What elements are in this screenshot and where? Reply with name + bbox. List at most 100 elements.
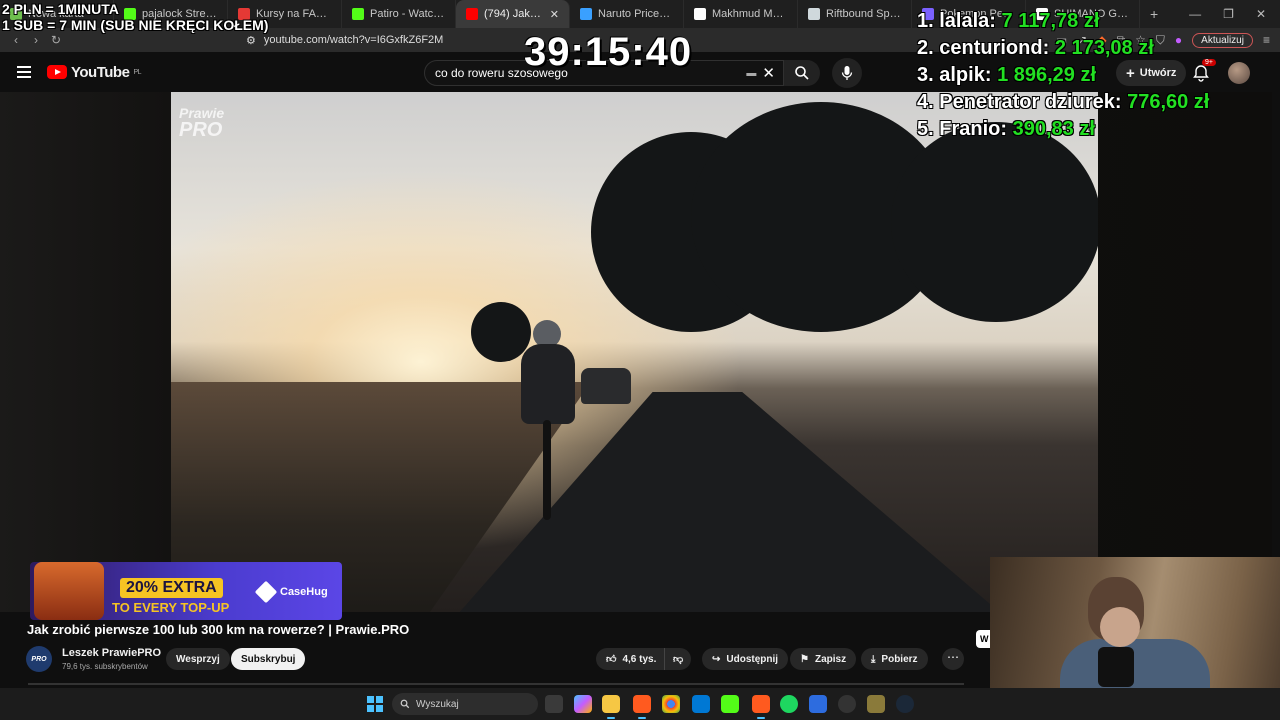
kick-icon[interactable] — [721, 695, 739, 713]
channel-avatar[interactable]: PRO — [26, 646, 52, 672]
dislike-button[interactable]: 👎︎ — [664, 648, 692, 670]
chrome-icon[interactable] — [662, 695, 680, 713]
tab-favicon-icon — [352, 8, 364, 20]
donation-leaderboard: 1. lalala: 7 117,78 zł 2. centuriond: 2 1… — [917, 8, 1209, 143]
app-icon[interactable] — [867, 695, 885, 713]
watermark-line1: Prawie — [179, 105, 225, 121]
leaderboard-name: Penetrator dziurek: — [939, 91, 1122, 113]
steam-icon[interactable] — [896, 695, 914, 713]
share-button[interactable]: ↪ Udostępnij — [702, 648, 789, 670]
leaderboard-rank: 3. — [917, 64, 934, 86]
url-text: youtube.com/watch?v=I6GxfkZ6F2M — [263, 34, 444, 46]
download-button[interactable]: ⤓ Pobierz — [861, 648, 928, 670]
leaderboard-row: 4. Penetrator dziurek: 776,60 zł — [917, 89, 1209, 116]
video-watermark: Prawie PRO — [179, 106, 224, 140]
browser-tab[interactable]: Riftbound Spiritforged — [798, 0, 912, 28]
share-label: Udostępnij — [726, 653, 779, 665]
microphone-icon — [841, 66, 853, 80]
forward-icon[interactable]: › — [26, 33, 46, 47]
restore-icon[interactable]: ❐ — [1223, 7, 1234, 21]
leaderboard-amount: 1 896,29 zł — [997, 64, 1097, 86]
browser-tab[interactable]: Naruto Prices | Naruto — [570, 0, 684, 28]
leaderboard-amount: 390,83 zł — [1012, 118, 1095, 140]
region-code: PL — [133, 68, 141, 76]
download-icon: ⤓ — [871, 653, 876, 665]
browser-tab[interactable]: (794) Jak zrobić ✕ — [456, 0, 570, 28]
leaderboard-name: lalala: — [939, 10, 996, 32]
close-window-icon[interactable]: ✕ — [1256, 7, 1266, 21]
taskbar-search[interactable]: Wyszukaj — [392, 693, 538, 715]
reload-icon[interactable]: ↻ — [46, 33, 66, 47]
spotify-icon[interactable] — [780, 695, 798, 713]
car-shape — [581, 368, 631, 404]
video-player-area: Prawie PRO — [0, 92, 1272, 612]
brave-browser-icon[interactable] — [633, 695, 651, 719]
thumbs-up-icon: 👍︎ — [606, 654, 617, 665]
tab-title: Naruto Prices | Naruto — [598, 8, 673, 20]
youtube-logo[interactable]: YouTube PL — [47, 64, 141, 81]
video-title: Jak zrobić pierwsze 100 lub 300 km na ro… — [27, 622, 410, 637]
rule-line-2: 1 SUB = 7 MIN (SUB NIE KRĘCI KOŁEM) — [2, 17, 269, 33]
like-button[interactable]: 👍︎ 4,6 tys. — [596, 648, 665, 670]
thumbs-down-icon: 👎︎ — [673, 654, 684, 665]
copilot-icon[interactable] — [574, 695, 592, 713]
share-arrow-icon: ↪ — [712, 653, 721, 665]
more-actions-button[interactable]: ⋯ — [942, 648, 964, 670]
file-explorer-icon[interactable] — [602, 695, 620, 719]
promo-brand: CaseHug — [254, 580, 328, 604]
promo-subline: TO EVERY TOP-UP — [112, 600, 230, 615]
search-button[interactable] — [784, 60, 820, 86]
promo-headline: 20% EXTRA — [120, 578, 223, 598]
tree-shape — [891, 122, 1098, 322]
avatar[interactable] — [1228, 62, 1250, 84]
browser-tab[interactable]: Patiro - Watch clips on — [342, 0, 456, 28]
task-view-icon[interactable] — [545, 695, 563, 713]
tab-title: Riftbound Spiritforged — [826, 8, 901, 20]
tab-favicon-icon — [466, 8, 478, 20]
search-icon — [795, 66, 809, 80]
page-divider — [28, 683, 964, 685]
leaderboard-row: 5. Franio: 390,83 zł — [917, 116, 1209, 143]
url-field[interactable]: ⚙ youtube.com/watch?v=I6GxfkZ6F2M — [246, 34, 443, 47]
video-player[interactable]: Prawie PRO — [171, 92, 1098, 612]
tab-title: Patiro - Watch clips on — [370, 8, 445, 20]
subathon-timer: 39:15:40 — [524, 30, 693, 74]
windows-start-icon[interactable] — [367, 696, 383, 712]
browser-tab[interactable]: Makhmud Muradov (F — [684, 0, 798, 28]
like-count: 4,6 tys. — [622, 653, 657, 665]
leaderboard-rank: 5. — [917, 118, 934, 140]
bookmark-save-icon: ⚑ — [800, 653, 809, 665]
leaderboard-row: 3. alpik: 1 896,29 zł — [917, 62, 1209, 89]
save-button[interactable]: ⚑ Zapisz — [790, 648, 857, 670]
hamburger-menu-icon[interactable] — [17, 66, 31, 78]
logo-text: YouTube — [71, 63, 130, 81]
leaderboard-amount: 7 117,78 zł — [1001, 10, 1100, 32]
clear-search-icon[interactable]: ✕ — [762, 64, 775, 82]
download-label: Pobierz — [881, 653, 918, 665]
tab-favicon-icon — [694, 8, 706, 20]
site-info-icon[interactable]: ⚙ — [246, 34, 256, 47]
leaderboard-rank: 1. — [917, 10, 934, 32]
channel-name[interactable]: Leszek PrawiePRO — [62, 647, 161, 659]
rule-line-1: 2 PLN = 1MINUTA — [2, 1, 119, 17]
voice-search-button[interactable] — [832, 58, 862, 88]
menu-icon[interactable]: ≡ — [1263, 33, 1270, 47]
subscribe-button[interactable]: Subskrybuj — [231, 648, 306, 670]
obs-icon[interactable] — [838, 695, 856, 713]
keyboard-icon[interactable]: ▬ — [746, 68, 756, 79]
donation-rules-overlay: 2 PLN = 1MINUTA 1 SUB = 7 MIN (SUB NIE K… — [2, 1, 268, 33]
back-icon[interactable]: ‹ — [6, 33, 26, 47]
notepad-icon[interactable] — [809, 695, 827, 713]
brave-browser-2-icon[interactable] — [752, 695, 770, 719]
taskbar-search-icon — [400, 699, 410, 709]
support-button[interactable]: Wesprzyj — [166, 648, 230, 670]
leaderboard-name: Franio: — [939, 118, 1008, 140]
leaderboard-amount: 776,60 zł — [1127, 91, 1210, 113]
casehug-logo-icon — [254, 580, 278, 604]
tab-favicon-icon — [580, 8, 592, 20]
treasure-chest-icon — [34, 562, 104, 620]
tab-title: (794) Jak zrobić — [484, 8, 544, 20]
youtube-play-icon — [47, 65, 67, 79]
store-icon[interactable] — [692, 695, 710, 713]
close-tab-icon[interactable]: ✕ — [550, 8, 559, 21]
